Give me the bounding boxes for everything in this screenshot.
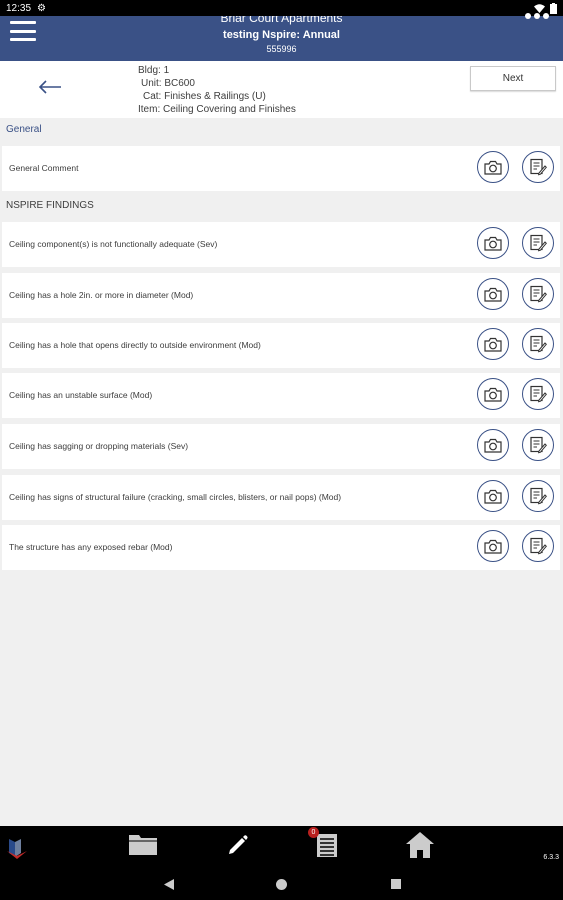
- system-recents-icon[interactable]: [390, 878, 402, 890]
- finding-row[interactable]: Ceiling has sagging or dropping material…: [2, 424, 560, 469]
- finding-row[interactable]: The structure has any exposed rebar (Mod…: [2, 525, 560, 570]
- app-header: Briar Court Apartments testing Nspire: A…: [0, 13, 563, 61]
- finding-label: Ceiling has a hole that opens directly t…: [9, 340, 261, 350]
- bottom-navigation: 0 6.3.3: [0, 826, 563, 870]
- camera-icon: [484, 438, 502, 453]
- finding-row[interactable]: Ceiling has signs of structural failure …: [2, 475, 560, 520]
- edit-note-icon: [530, 487, 547, 505]
- finding-row[interactable]: Ceiling component(s) is not functionally…: [2, 222, 560, 267]
- edit-note-icon: [530, 234, 547, 252]
- camera-icon: [484, 160, 502, 175]
- back-arrow-icon[interactable]: [38, 79, 62, 95]
- findings-section-title: NSPIRE FINDINGS: [6, 200, 94, 211]
- finding-row[interactable]: Ceiling has a hole that opens directly t…: [2, 323, 560, 368]
- general-comment-row[interactable]: General Comment: [2, 146, 560, 191]
- note-button[interactable]: [522, 151, 554, 183]
- camera-icon: [484, 337, 502, 352]
- camera-button[interactable]: [477, 480, 509, 512]
- app-version: 6.3.3: [543, 854, 559, 861]
- edit-note-icon: [530, 285, 547, 303]
- note-button[interactable]: [522, 530, 554, 562]
- camera-button[interactable]: [477, 378, 509, 410]
- unit-label: Unit: BC600: [141, 78, 195, 89]
- checklist-icon: [317, 834, 337, 857]
- finding-label: Ceiling has signs of structural failure …: [9, 492, 342, 502]
- camera-icon: [484, 539, 502, 554]
- finding-label: Ceiling component(s) is not functionally…: [9, 239, 218, 249]
- folder-icon[interactable]: [128, 832, 158, 856]
- system-back-icon[interactable]: [163, 878, 175, 891]
- edit-note-icon: [530, 537, 547, 555]
- system-navigation: [0, 870, 563, 900]
- battery-icon: [550, 2, 557, 14]
- edit-note-icon: [530, 436, 547, 454]
- checklist-button[interactable]: 0: [308, 827, 339, 858]
- note-button[interactable]: [522, 480, 554, 512]
- status-time: 12:35: [6, 2, 32, 14]
- finding-label: Ceiling has an unstable surface (Mod): [9, 390, 153, 400]
- camera-button[interactable]: [477, 530, 509, 562]
- camera-button[interactable]: [477, 227, 509, 259]
- inspection-title: testing Nspire: Annual: [223, 29, 340, 41]
- finding-label: Ceiling has sagging or dropping material…: [9, 441, 189, 451]
- note-button[interactable]: [522, 227, 554, 259]
- finding-label: Ceiling has a hole 2in. or more in diame…: [9, 290, 194, 300]
- pencil-icon[interactable]: [227, 834, 249, 856]
- property-name: Briar Court Apartments: [220, 16, 343, 25]
- general-comment-label: General Comment: [9, 163, 79, 173]
- finding-row[interactable]: Ceiling has a hole 2in. or more in diame…: [2, 273, 560, 318]
- edit-note-icon: [530, 335, 547, 353]
- logo-icon: [7, 839, 27, 859]
- note-button[interactable]: [522, 278, 554, 310]
- edit-note-icon: [530, 385, 547, 403]
- camera-button[interactable]: [477, 278, 509, 310]
- camera-icon: [484, 489, 502, 504]
- edit-note-icon: [530, 158, 547, 176]
- camera-icon: [484, 387, 502, 402]
- more-options-icon[interactable]: [525, 13, 555, 23]
- inspection-code: 555996: [266, 44, 297, 54]
- item-label: Item: Ceiling Covering and Finishes: [138, 104, 296, 115]
- category-label: Cat: Finishes & Railings (U): [143, 91, 266, 102]
- note-button[interactable]: [522, 378, 554, 410]
- bldg-label: Bldg: 1: [138, 65, 170, 76]
- home-icon[interactable]: [405, 831, 435, 859]
- settings-status-icon: ⚙: [37, 2, 46, 14]
- system-home-icon[interactable]: [275, 878, 288, 891]
- camera-button[interactable]: [477, 328, 509, 360]
- finding-label: The structure has any exposed rebar (Mod…: [9, 542, 173, 552]
- checklist-badge: 0: [308, 827, 319, 838]
- camera-icon: [484, 287, 502, 302]
- camera-button[interactable]: [477, 151, 509, 183]
- camera-button[interactable]: [477, 429, 509, 461]
- note-button[interactable]: [522, 328, 554, 360]
- general-section-title: General: [6, 124, 42, 135]
- camera-icon: [484, 236, 502, 251]
- next-button[interactable]: Next: [470, 66, 556, 91]
- wifi-icon: [534, 3, 545, 13]
- note-button[interactable]: [522, 429, 554, 461]
- status-bar: 12:35 ⚙: [0, 0, 563, 16]
- finding-row[interactable]: Ceiling has an unstable surface (Mod): [2, 373, 560, 418]
